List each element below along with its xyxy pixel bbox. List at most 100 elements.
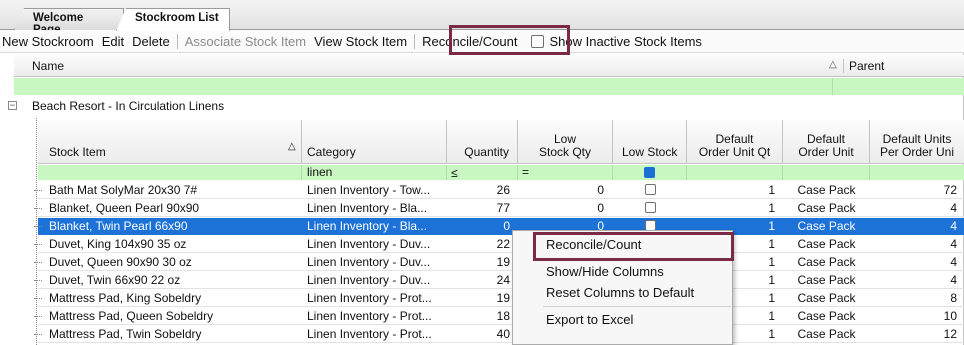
filter-default-order-unit-qt[interactable] — [687, 165, 783, 180]
show-inactive-toggle[interactable]: Show Inactive Stock Items — [527, 34, 705, 49]
outer-filter-row[interactable] — [14, 78, 964, 95]
cell-default-units-per: 72 — [943, 183, 957, 197]
tree-connector — [34, 190, 42, 191]
menu-item-reconcile-count[interactable]: Reconcile/Count — [546, 237, 641, 252]
cell-quantity: 77 — [496, 201, 510, 215]
table-row[interactable]: Mattress Pad, Twin Sobeldry Linen Invento… — [34, 326, 964, 343]
filter-default-units-per[interactable] — [870, 165, 964, 180]
filter-quantity[interactable]: ≤ — [447, 165, 518, 180]
column-header-category[interactable]: Category — [302, 120, 447, 164]
table-row[interactable]: Blanket, Queen Pearl 90x90 Linen Inventor… — [34, 200, 964, 217]
tree-connector — [34, 244, 42, 245]
filter-low-stock-qty[interactable]: = — [518, 165, 613, 180]
menu-item-show-hide-columns[interactable]: Show/Hide Columns — [546, 264, 664, 279]
header-label: Category — [307, 145, 356, 159]
cell-default-units-per: 4 — [950, 273, 957, 287]
cell-low-stock-qty: 0 — [597, 201, 604, 215]
table-row[interactable]: Bath Mat SolyMar 20x30 7# Linen Inventory… — [34, 182, 964, 199]
cell-default-units-per: 10 — [943, 309, 957, 323]
tree-connector — [34, 298, 42, 299]
cell-default-units-per: 12 — [943, 327, 957, 341]
header-label: Default Order Unit — [798, 132, 854, 159]
tree-connector — [34, 334, 42, 335]
low-stock-checkbox[interactable] — [644, 184, 656, 195]
cell-stock-item: Duvet, Queen 90x90 30 oz — [49, 255, 192, 269]
table-row[interactable]: Blanket, Twin Pearl 66x90 Linen Inventory… — [34, 218, 964, 235]
cell-default-order-unit: Case Pack — [797, 273, 856, 287]
reconcile-count-button[interactable]: Reconcile/Count — [418, 34, 527, 49]
cell-stock-item: Mattress Pad, Queen Sobeldry — [49, 309, 214, 323]
column-header-default-order-unit-qt[interactable]: Default Order Unit Qt — [687, 120, 783, 164]
column-header-default-units-per-order-unit[interactable]: Default Units Per Order Uni — [870, 120, 964, 164]
outer-grid-header: Name △ Parent — [14, 55, 964, 77]
cell-default-order-unit: Case Pack — [797, 219, 856, 233]
cell-stock-item: Duvet, Twin 66x90 22 oz — [49, 273, 181, 287]
tab-welcome-page[interactable]: Welcome Page — [14, 8, 124, 30]
filter-stock-item[interactable] — [38, 165, 302, 180]
cell-category: Linen Inventory - Bla... — [307, 219, 428, 233]
cell-quantity: 19 — [496, 255, 510, 269]
tab-bar: Welcome Page Stockroom List — [0, 0, 964, 31]
filter-category-value: linen — [307, 165, 333, 179]
cell-default-units-per: 4 — [950, 255, 957, 269]
column-header-low-stock-qty[interactable]: Low Stock Qty — [518, 120, 613, 164]
new-stockroom-button[interactable]: New Stockroom — [0, 34, 98, 49]
tree-connector — [34, 208, 42, 209]
cell-default-order-unit: Case Pack — [797, 309, 856, 323]
view-stock-item-button[interactable]: View Stock Item — [310, 34, 411, 49]
column-header-parent[interactable]: Parent — [843, 59, 884, 73]
cell-default-order-unit: Case Pack — [797, 327, 856, 341]
cell-default-units-per: 4 — [950, 219, 957, 233]
filter-low-stock-checkbox[interactable] — [644, 167, 655, 178]
edit-button[interactable]: Edit — [98, 34, 128, 49]
table-row[interactable]: Duvet, Queen 90x90 30 oz Linen Inventory … — [34, 254, 964, 271]
context-menu: Reconcile/Count Show/Hide Columns Reset … — [512, 230, 733, 345]
menu-item-export-to-excel[interactable]: Export to Excel — [546, 312, 633, 327]
toolbar: New Stockroom Edit Delete Associate Stoc… — [0, 30, 964, 53]
delete-button[interactable]: Delete — [128, 34, 174, 49]
associate-stock-item-button[interactable]: Associate Stock Item — [181, 34, 310, 49]
cell-category: Linen Inventory - Duv... — [307, 273, 431, 287]
stock-item-grid: Stock Item △ Category Quantity Low Stock … — [34, 120, 964, 345]
table-row[interactable]: Duvet, King 104x90 35 oz Linen Inventory … — [34, 236, 964, 253]
column-header-stock-item[interactable]: Stock Item △ — [38, 120, 302, 164]
tree-line — [36, 118, 37, 345]
filter-low-stock[interactable] — [613, 165, 687, 180]
group-label: Beach Resort - In Circulation Linens — [32, 99, 225, 113]
cell-stock-item: Duvet, King 104x90 35 oz — [49, 237, 187, 251]
low-stock-checkbox[interactable] — [644, 202, 656, 213]
cell-quantity: 40 — [496, 327, 510, 341]
filter-operator[interactable]: ≤ — [451, 166, 458, 180]
cell-quantity: 26 — [496, 183, 510, 197]
cell-quantity: 19 — [496, 291, 510, 305]
column-header-name[interactable]: Name — [32, 59, 64, 73]
show-inactive-checkbox[interactable] — [531, 34, 545, 48]
menu-item-reset-columns[interactable]: Reset Columns to Default — [546, 285, 694, 300]
column-header-quantity[interactable]: Quantity — [447, 120, 518, 164]
toolbar-separator — [176, 33, 178, 49]
filter-category[interactable]: linen — [302, 165, 447, 180]
cell-default-order-unit: Case Pack — [797, 291, 856, 305]
cell-default-order-unit: Case Pack — [797, 183, 856, 197]
cell-default-units-per: 8 — [950, 291, 957, 305]
cell-default-order-unit-qt: 1 — [768, 183, 775, 197]
cell-low-stock — [613, 201, 687, 216]
menu-separator — [543, 306, 731, 307]
table-row[interactable]: Mattress Pad, Queen Sobeldry Linen Invent… — [34, 308, 964, 325]
collapse-icon[interactable]: − — [8, 101, 17, 110]
window: Welcome Page Stockroom List New Stockroo… — [0, 0, 964, 345]
cell-default-units-per: 4 — [950, 201, 957, 215]
cell-quantity: 18 — [496, 309, 510, 323]
table-row[interactable]: Duvet, Twin 66x90 22 oz Linen Inventory -… — [34, 272, 964, 289]
column-header-low-stock[interactable]: Low Stock — [613, 120, 687, 164]
column-header-default-order-unit[interactable]: Default Order Unit — [783, 120, 870, 164]
tab-stockroom-list[interactable]: Stockroom List — [116, 8, 230, 31]
tree-connector — [34, 226, 42, 227]
cell-category: Linen Inventory - Duv... — [307, 237, 431, 251]
cell-default-units-per: 4 — [950, 237, 957, 251]
filter-default-order-unit[interactable] — [783, 165, 870, 180]
header-label: Low Stock Qty — [538, 132, 591, 159]
table-row[interactable]: Mattress Pad, King Sobeldry Linen Invento… — [34, 290, 964, 307]
filter-operator[interactable]: = — [522, 165, 529, 179]
cell-low-stock — [613, 183, 687, 198]
